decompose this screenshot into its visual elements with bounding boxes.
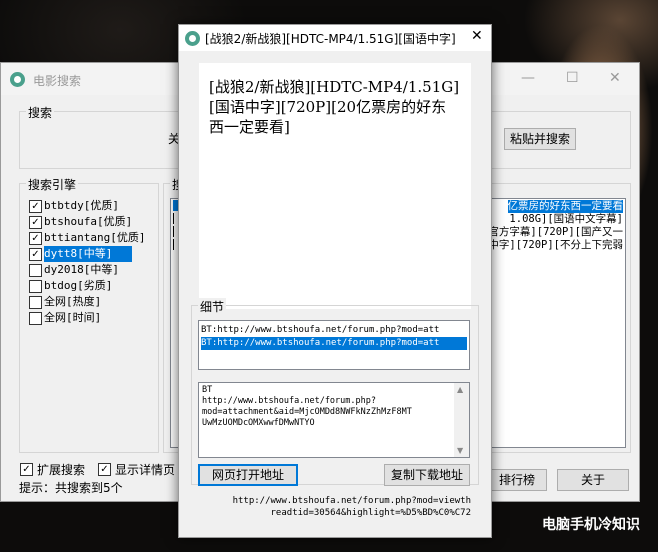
maximize-icon[interactable]: ☐ bbox=[566, 70, 579, 86]
scroll-down-icon[interactable]: ▼ bbox=[457, 446, 463, 455]
result-item[interactable]: 中字][720P][不分上下完弱 bbox=[488, 239, 623, 252]
result-item[interactable]: 亿票房的好东西一定要看 bbox=[507, 200, 623, 213]
engine-item[interactable]: 全网[热度] bbox=[28, 294, 152, 310]
engine-item-label: 全网[热度] bbox=[44, 295, 102, 308]
status-text: 提示：共搜索到5个 bbox=[19, 481, 123, 495]
engine-item[interactable]: ✓ btbtdy[优质] bbox=[28, 198, 152, 214]
checkmark-icon[interactable]: ✓ bbox=[29, 248, 42, 261]
main-window-title: 电影搜索 bbox=[33, 74, 82, 88]
empty-checkbox-icon[interactable] bbox=[29, 312, 42, 325]
engine-item-label: bttiantang[优质] bbox=[44, 231, 146, 244]
open-url-button[interactable]: 网页打开地址 bbox=[198, 464, 298, 486]
checkmark-icon: ✓ bbox=[20, 463, 33, 476]
details-group: 细节 BT:http://www.btshoufa.net/forum.php?… bbox=[191, 298, 479, 486]
detail-titlebar: [战狼2/新战狼][HDTC-MP4/1.51G][国语中字]... ✕ bbox=[179, 25, 491, 51]
checkmark-icon[interactable]: ✓ bbox=[29, 232, 42, 245]
empty-checkbox-icon[interactable] bbox=[29, 296, 42, 309]
detail-window: [战狼2/新战狼][HDTC-MP4/1.51G][国语中字]... ✕ [战狼… bbox=[178, 24, 492, 538]
engine-item-label: btshoufa[优质] bbox=[44, 215, 133, 228]
show-detail-checkbox[interactable]: ✓ 显示详情页 bbox=[97, 461, 187, 477]
engines-group: 搜索引擎 ✓ btbtdy[优质] ✓ btshoufa[优质] ✓ bttiantang… bbox=[19, 176, 159, 453]
expand-search-label: 扩展搜索 bbox=[37, 463, 86, 477]
engine-item-label: 全网[时间] bbox=[44, 311, 102, 324]
film-reel-icon bbox=[10, 72, 25, 87]
engine-item[interactable]: dy2018[中等] bbox=[28, 262, 152, 278]
engine-list: ✓ btbtdy[优质] ✓ btshoufa[优质] ✓ bttiantang[优质] ✓… bbox=[26, 198, 152, 448]
footer-url: http://www.btshoufa.net/forum.php?mod=vi… bbox=[232, 496, 471, 518]
detail-scrollbar[interactable]: ▲ ▼ bbox=[454, 383, 469, 457]
about-button[interactable]: 关于 bbox=[557, 469, 629, 491]
engine-item-label: dytt8[中等] bbox=[44, 246, 133, 262]
detail-heading: [战狼2/新战狼][HDTC-MP4/1.51G][国语中字][720P][20… bbox=[199, 63, 471, 309]
close-icon[interactable]: ✕ bbox=[609, 70, 621, 86]
checkmark-icon: ✓ bbox=[98, 463, 111, 476]
engine-item[interactable]: btdog[劣质] bbox=[28, 278, 152, 294]
result-item[interactable]: 官方字幕][720P][国产又一 bbox=[488, 226, 623, 239]
link-item[interactable]: BT:http://www.btshoufa.net/forum.php?mod… bbox=[201, 337, 467, 350]
close-icon[interactable]: ✕ bbox=[471, 28, 483, 44]
engine-item[interactable]: ✓ btshoufa[优质] bbox=[28, 214, 152, 230]
empty-checkbox-icon[interactable] bbox=[29, 264, 42, 277]
details-group-label: 细节 bbox=[198, 298, 227, 315]
link-list[interactable]: BT:http://www.btshoufa.net/forum.php?mod… bbox=[198, 320, 470, 370]
detail-textarea[interactable]: BT http://www.btshoufa.net/forum.php? mo… bbox=[198, 382, 470, 458]
engine-item-label: btdog[劣质] bbox=[44, 279, 113, 292]
paste-search-button[interactable]: 粘贴并搜索 bbox=[504, 128, 576, 150]
detail-window-title: [战狼2/新战狼][HDTC-MP4/1.51G][国语中字]... bbox=[205, 32, 455, 46]
engine-item-label: btbtdy[优质] bbox=[44, 199, 119, 212]
engines-group-label: 搜索引擎 bbox=[26, 176, 79, 193]
link-item[interactable]: BT:http://www.btshoufa.net/forum.php?mod… bbox=[201, 324, 467, 337]
engine-item[interactable]: 全网[时间] bbox=[28, 310, 152, 326]
engine-item-label: dy2018[中等] bbox=[44, 263, 119, 276]
minimize-icon[interactable]: — bbox=[521, 70, 535, 86]
copy-download-button[interactable]: 复制下载地址 bbox=[384, 464, 470, 486]
film-reel-icon bbox=[185, 31, 200, 46]
ranking-button[interactable]: 排行榜 bbox=[487, 469, 547, 491]
scroll-up-icon[interactable]: ▲ bbox=[457, 385, 463, 394]
search-group-label: 搜索 bbox=[26, 104, 55, 121]
show-detail-label: 显示详情页 bbox=[115, 463, 176, 477]
checkmark-icon[interactable]: ✓ bbox=[29, 216, 42, 229]
empty-checkbox-icon[interactable] bbox=[29, 280, 42, 293]
checkmark-icon[interactable]: ✓ bbox=[29, 200, 42, 213]
detail-text: BT http://www.btshoufa.net/forum.php? mo… bbox=[202, 385, 412, 428]
engine-item[interactable]: ✓ dytt8[中等] bbox=[28, 246, 152, 262]
result-item[interactable]: 1.08G][国语中文字幕] bbox=[509, 213, 623, 226]
engine-item[interactable]: ✓ bttiantang[优质] bbox=[28, 230, 152, 246]
watermark: 电脑手机冷知识 bbox=[542, 517, 640, 533]
